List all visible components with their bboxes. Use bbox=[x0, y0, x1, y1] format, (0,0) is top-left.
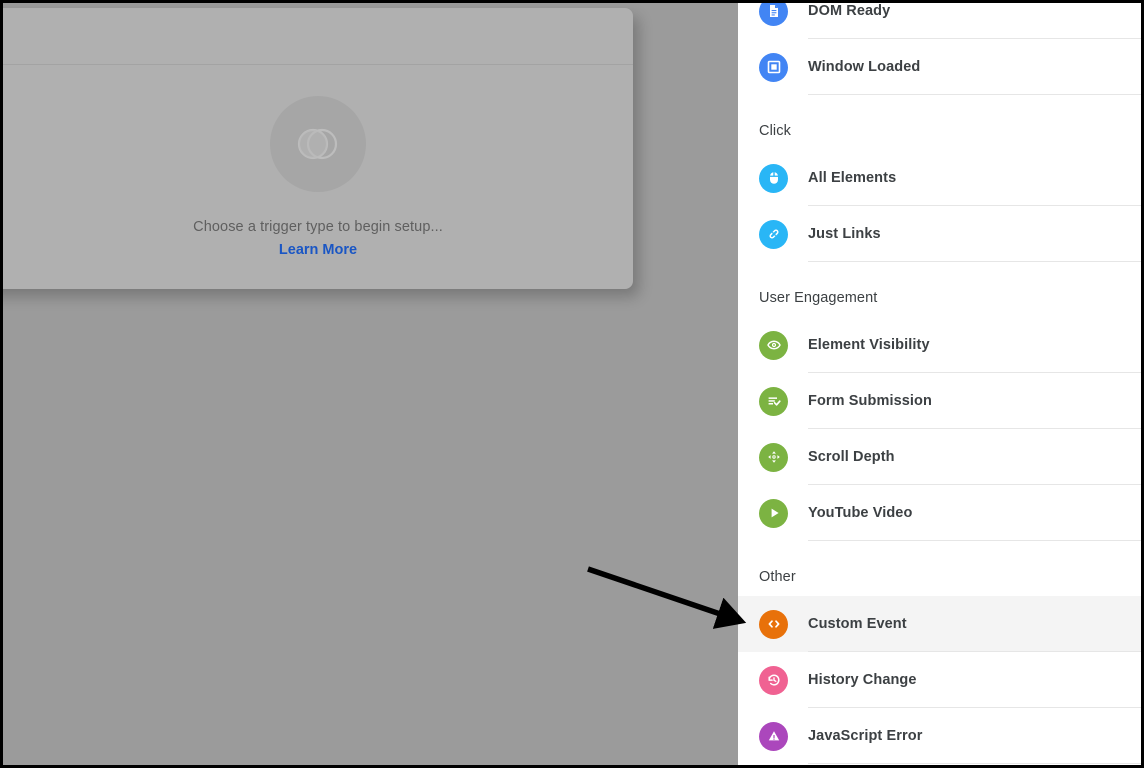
mouse-icon bbox=[759, 163, 788, 193]
section-header-click: Click bbox=[759, 123, 791, 139]
trigger-type-panel[interactable]: DOM Ready Window Loaded Click All Elemen… bbox=[738, 3, 1141, 765]
trigger-item-form-submission[interactable]: Form Submission bbox=[738, 373, 1141, 429]
trigger-item-label: Element Visibility bbox=[808, 337, 930, 353]
trigger-item-custom-event[interactable]: Custom Event bbox=[738, 596, 1141, 652]
row-divider bbox=[808, 261, 1141, 262]
trigger-item-youtube-video[interactable]: YouTube Video bbox=[738, 485, 1141, 541]
dialog-hint-text: Choose a trigger type to begin setup... bbox=[193, 219, 443, 235]
row-divider bbox=[808, 94, 1141, 95]
screenshot-root: Choose a trigger type to begin setup... … bbox=[0, 0, 1144, 768]
document-icon bbox=[759, 3, 788, 26]
trigger-item-label: Scroll Depth bbox=[808, 449, 895, 465]
trigger-item-label: Custom Event bbox=[808, 616, 907, 632]
trigger-item-javascript-error[interactable]: JavaScript Error bbox=[738, 708, 1141, 764]
trigger-configuration-dialog: Choose a trigger type to begin setup... … bbox=[3, 8, 633, 289]
row-divider bbox=[808, 540, 1141, 541]
section-header-user-engagement: User Engagement bbox=[759, 290, 878, 306]
modal-backdrop: Choose a trigger type to begin setup... … bbox=[3, 3, 738, 765]
code-brackets-icon bbox=[759, 609, 788, 639]
dialog-body: Choose a trigger type to begin setup... … bbox=[3, 65, 633, 289]
trigger-item-just-links[interactable]: Just Links bbox=[738, 206, 1141, 262]
form-check-icon bbox=[759, 386, 788, 416]
trigger-item-label: DOM Ready bbox=[808, 3, 891, 19]
learn-more-link[interactable]: Learn More bbox=[279, 242, 357, 258]
play-icon bbox=[759, 498, 788, 528]
trigger-item-label: Window Loaded bbox=[808, 59, 921, 75]
overlapping-circles-icon bbox=[270, 96, 366, 192]
trigger-item-label: Form Submission bbox=[808, 393, 932, 409]
warning-triangle-icon bbox=[759, 721, 788, 751]
trigger-item-label: JavaScript Error bbox=[808, 728, 923, 744]
link-icon bbox=[759, 219, 788, 249]
trigger-item-all-elements[interactable]: All Elements bbox=[738, 150, 1141, 206]
trigger-item-label: All Elements bbox=[808, 170, 897, 186]
trigger-item-label: Just Links bbox=[808, 226, 881, 242]
trigger-item-window-loaded[interactable]: Window Loaded bbox=[738, 39, 1141, 95]
trigger-item-element-visibility[interactable]: Element Visibility bbox=[738, 317, 1141, 373]
window-icon bbox=[759, 52, 788, 82]
trigger-item-label: History Change bbox=[808, 672, 917, 688]
trigger-item-dom-ready[interactable]: DOM Ready bbox=[738, 3, 1141, 39]
history-clock-icon bbox=[759, 665, 788, 695]
dialog-header bbox=[3, 8, 633, 65]
four-arrows-icon bbox=[759, 442, 788, 472]
section-header-other: Other bbox=[759, 569, 796, 585]
row-divider bbox=[808, 763, 1141, 764]
eye-icon bbox=[759, 330, 788, 360]
trigger-item-scroll-depth[interactable]: Scroll Depth bbox=[738, 429, 1141, 485]
trigger-item-history-change[interactable]: History Change bbox=[738, 652, 1141, 708]
trigger-item-label: YouTube Video bbox=[808, 505, 913, 521]
